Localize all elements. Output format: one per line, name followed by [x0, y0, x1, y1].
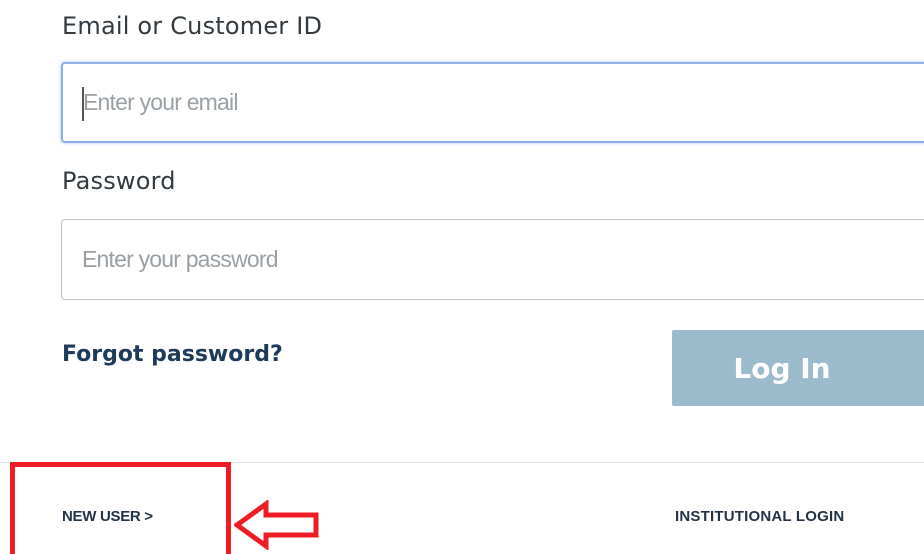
password-field-container[interactable]	[61, 219, 924, 300]
email-field-label: Email or Customer ID	[62, 12, 323, 40]
login-form: Email or Customer ID Password Forgot pas…	[0, 0, 924, 554]
login-button[interactable]: Log In	[672, 330, 924, 406]
highlight-annotation-box	[10, 462, 231, 554]
institutional-login-link[interactable]: INSTITUTIONAL LOGIN	[675, 508, 844, 525]
password-field[interactable]	[82, 220, 922, 299]
email-field-container[interactable]	[61, 62, 924, 143]
left-arrow-icon	[234, 500, 319, 550]
forgot-password-link[interactable]: Forgot password?	[62, 342, 283, 367]
password-field-label: Password	[62, 167, 176, 195]
email-field[interactable]	[83, 64, 923, 141]
